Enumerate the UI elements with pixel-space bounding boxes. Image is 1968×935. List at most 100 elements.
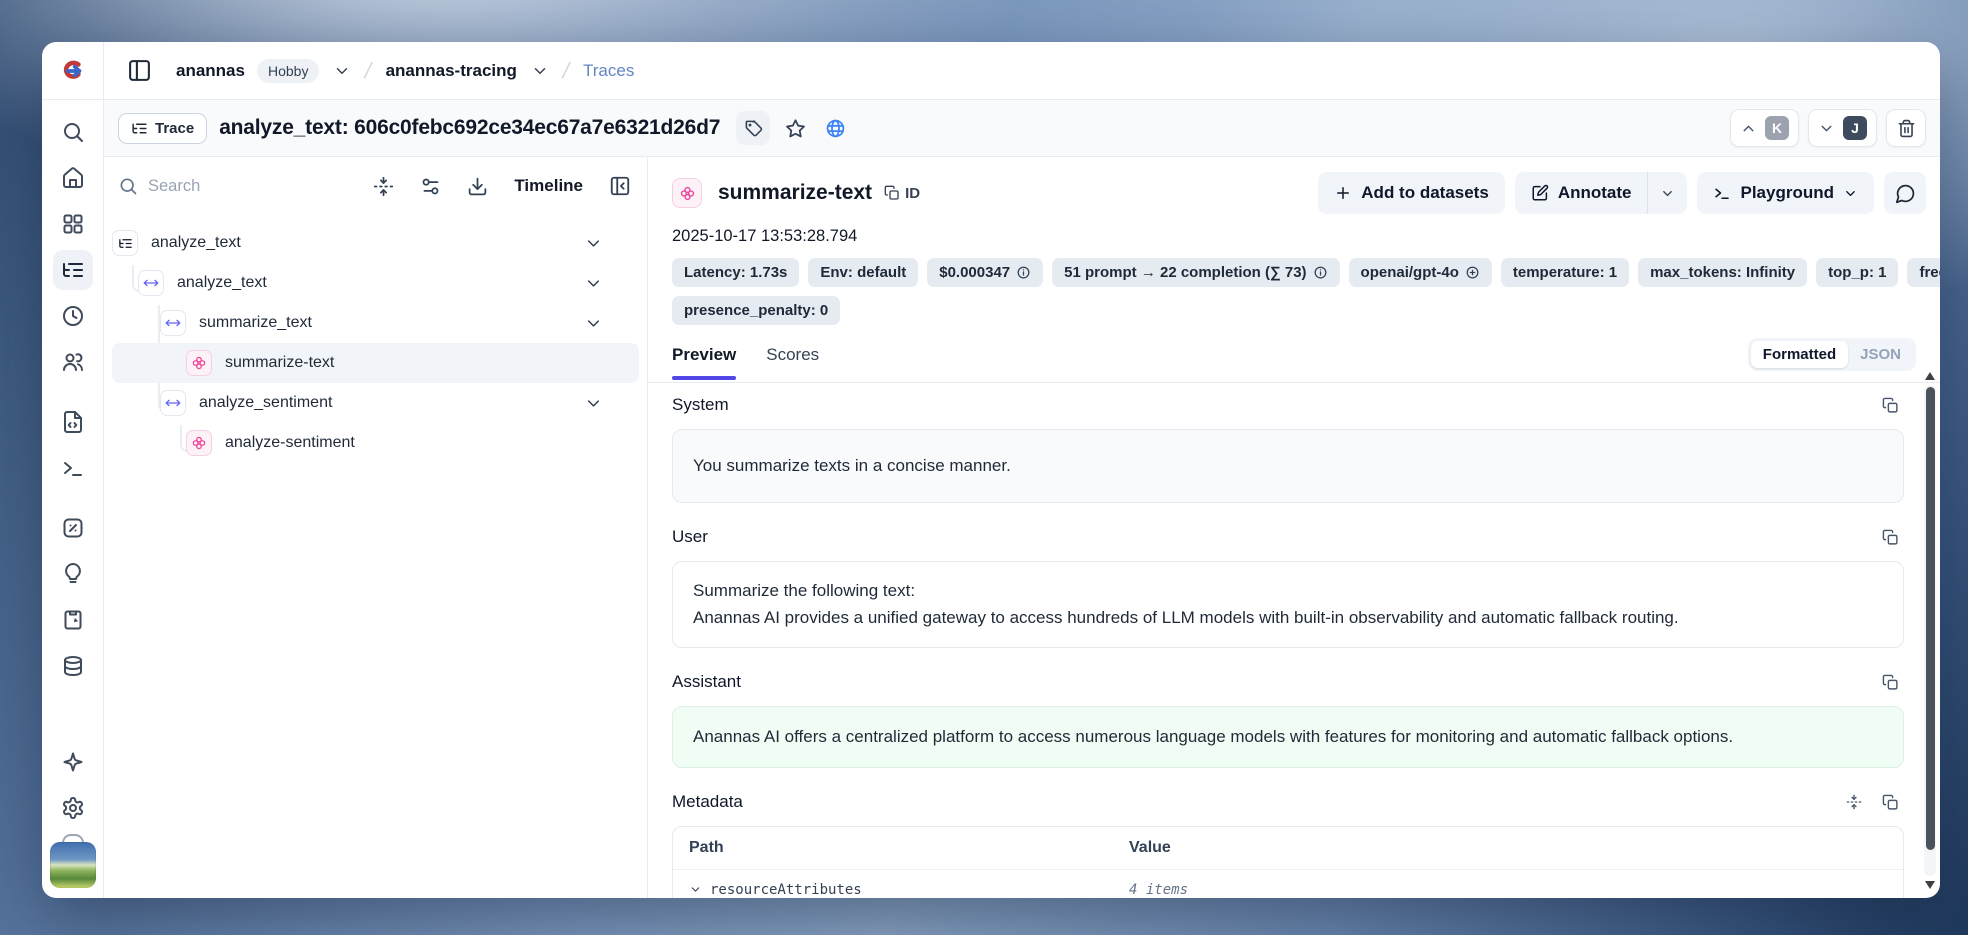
rail-settings-button[interactable] bbox=[53, 788, 93, 828]
expand-metadata-button[interactable] bbox=[1840, 788, 1868, 816]
trace-type-badge: Trace bbox=[118, 113, 207, 144]
tree-node-generation-selected[interactable]: summarize-text bbox=[112, 343, 639, 383]
scrollbar-thumb[interactable] bbox=[1926, 387, 1935, 850]
vertical-scrollbar[interactable] bbox=[1923, 369, 1937, 892]
metadata-label: Metadata bbox=[672, 792, 743, 812]
delete-trace-button[interactable] bbox=[1886, 109, 1926, 147]
copy-assistant-button[interactable] bbox=[1876, 668, 1904, 696]
copy-icon bbox=[1882, 794, 1899, 811]
tree-node-label: analyze_sentiment bbox=[199, 394, 332, 412]
playground-button[interactable]: Playground bbox=[1697, 172, 1874, 214]
rail-prompts-button[interactable] bbox=[53, 402, 93, 442]
observation-tree-panel: Timeline bbox=[104, 157, 648, 898]
scroll-up-arrow[interactable] bbox=[1925, 369, 1935, 383]
tab-preview[interactable]: Preview bbox=[672, 339, 736, 379]
collapse-node-button[interactable] bbox=[584, 274, 603, 293]
next-trace-button[interactable]: J bbox=[1808, 109, 1877, 147]
plus-circle-icon bbox=[1465, 265, 1480, 280]
collapse-node-button[interactable] bbox=[584, 234, 603, 253]
model-badge[interactable]: openai/gpt-4o bbox=[1349, 258, 1492, 287]
tree-node-generation[interactable]: analyze-sentiment bbox=[112, 423, 639, 463]
tree-settings-button[interactable] bbox=[420, 176, 441, 197]
globe-icon bbox=[825, 118, 846, 139]
assistant-label: Assistant bbox=[672, 672, 741, 692]
generation-icon bbox=[672, 178, 702, 208]
assistant-message-text: Anannas AI offers a centralized platform… bbox=[693, 727, 1733, 746]
download-button[interactable] bbox=[467, 176, 488, 197]
metadata-row-group[interactable]: resourceAttributes 4 items bbox=[673, 869, 1903, 898]
public-share-button[interactable] bbox=[820, 113, 850, 143]
collapse-panel-button[interactable] bbox=[609, 175, 631, 197]
rail-search-button[interactable] bbox=[53, 112, 93, 152]
sidebar-toggle-button[interactable] bbox=[122, 54, 156, 88]
collapse-node-button[interactable] bbox=[584, 394, 603, 413]
rail-insights-button[interactable] bbox=[53, 554, 93, 594]
user-avatar[interactable] bbox=[50, 842, 96, 888]
users-icon bbox=[61, 350, 85, 374]
tree-search-input[interactable] bbox=[148, 177, 278, 196]
rail-tracing-button[interactable] bbox=[53, 250, 93, 290]
rail-playground-button[interactable] bbox=[53, 448, 93, 488]
tree-search[interactable] bbox=[118, 176, 347, 196]
tree-node-span[interactable]: analyze_sentiment bbox=[112, 383, 639, 423]
rail-annotation-queues-button[interactable] bbox=[53, 600, 93, 640]
org-switcher-button[interactable] bbox=[333, 62, 351, 80]
presence-penalty-badge: presence_penalty: 0 bbox=[672, 296, 840, 325]
copy-id-button[interactable]: ID bbox=[884, 185, 920, 202]
temperature-badge: temperature: 1 bbox=[1501, 258, 1629, 287]
copy-icon bbox=[1882, 674, 1899, 691]
copy-metadata-button[interactable] bbox=[1876, 788, 1904, 816]
scrollbar-track[interactable] bbox=[1924, 385, 1936, 876]
format-toggle: Formatted JSON bbox=[1748, 338, 1916, 371]
panel-close-icon bbox=[609, 175, 631, 197]
scroll-down-arrow[interactable] bbox=[1925, 878, 1935, 892]
app-window: anannas Hobby / anannas-tracing / Traces bbox=[42, 42, 1940, 898]
timeline-toggle[interactable]: Timeline bbox=[514, 176, 583, 196]
user-message-line1: Summarize the following text: bbox=[693, 578, 1883, 604]
span-icon bbox=[160, 390, 186, 416]
detail-tabs: Preview Scores Formatted JSON bbox=[648, 335, 1940, 383]
tree-node-trace[interactable]: analyze_text bbox=[112, 223, 639, 263]
format-formatted-option[interactable]: Formatted bbox=[1751, 341, 1848, 368]
tree-node-span[interactable]: analyze_text bbox=[112, 263, 639, 303]
annotate-dropdown-button[interactable] bbox=[1647, 172, 1687, 214]
detail-header: summarize-text ID Add to datasets bbox=[648, 157, 1940, 215]
app-logo[interactable] bbox=[42, 42, 104, 99]
copy-user-button[interactable] bbox=[1876, 523, 1904, 551]
detail-scroll-area[interactable]: System You summarize texts in a concise … bbox=[648, 383, 1940, 898]
collapse-node-button[interactable] bbox=[584, 314, 603, 333]
breadcrumb-traces-link[interactable]: Traces bbox=[583, 61, 634, 81]
rail-sessions-button[interactable] bbox=[53, 296, 93, 336]
cost-badge[interactable]: $0.000347 bbox=[927, 258, 1043, 287]
prev-trace-button[interactable]: K bbox=[1730, 109, 1799, 147]
copy-system-button[interactable] bbox=[1876, 391, 1904, 419]
add-to-datasets-button[interactable]: Add to datasets bbox=[1318, 172, 1505, 214]
top-p-badge: top_p: 1 bbox=[1816, 258, 1898, 287]
rail-dashboard-button[interactable] bbox=[53, 204, 93, 244]
tree-node-span[interactable]: summarize_text bbox=[112, 303, 639, 343]
breadcrumb-separator: / bbox=[361, 58, 377, 84]
rail-users-button[interactable] bbox=[53, 342, 93, 382]
comments-button[interactable] bbox=[1884, 172, 1926, 214]
annotate-button[interactable]: Annotate bbox=[1515, 172, 1648, 214]
rail-upgrade-button[interactable] bbox=[53, 742, 93, 782]
plus-icon bbox=[1334, 184, 1352, 202]
tab-scores[interactable]: Scores bbox=[766, 339, 819, 379]
format-json-option[interactable]: JSON bbox=[1848, 341, 1913, 368]
project-name[interactable]: anannas-tracing bbox=[386, 61, 517, 81]
chevron-down-icon bbox=[1660, 186, 1675, 201]
search-icon bbox=[61, 120, 85, 144]
bookmark-star-button[interactable] bbox=[780, 113, 810, 143]
org-name[interactable]: anannas bbox=[176, 61, 245, 81]
project-switcher-button[interactable] bbox=[531, 62, 549, 80]
tokens-badge[interactable]: 51 prompt → 22 completion (∑ 73) bbox=[1052, 258, 1339, 287]
rail-home-button[interactable] bbox=[53, 158, 93, 198]
rail-datasets-button[interactable] bbox=[53, 646, 93, 686]
tags-button[interactable] bbox=[736, 111, 770, 145]
rail-evaluation-button[interactable] bbox=[53, 508, 93, 548]
collapse-all-button[interactable] bbox=[373, 176, 394, 197]
panel-left-icon bbox=[127, 58, 152, 83]
system-message-box: You summarize texts in a concise manner. bbox=[672, 429, 1904, 503]
generation-icon bbox=[186, 430, 212, 456]
gear-icon bbox=[61, 796, 85, 820]
